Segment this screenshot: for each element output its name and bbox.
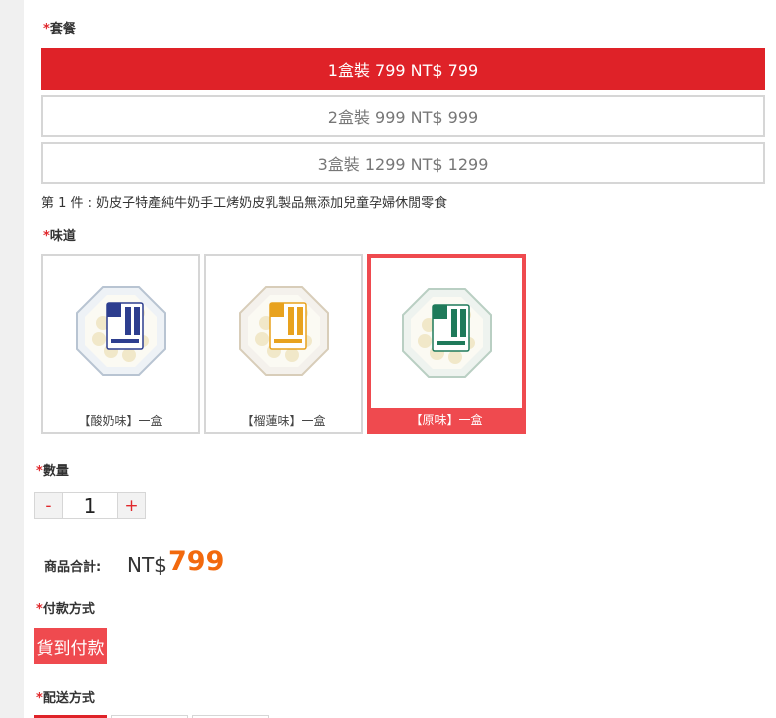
quantity-stepper: - 1 + <box>34 492 146 519</box>
quantity-minus-button[interactable]: - <box>35 493 62 518</box>
shipping-section-label: *配送方式 <box>36 691 95 706</box>
flavor-option-original[interactable]: 【原味】一盒 <box>367 254 526 434</box>
payment-section-label: *付款方式 <box>36 602 95 617</box>
flavor-label: 【酸奶味】一盒 <box>78 413 163 428</box>
milk-skin-box-icon <box>401 288 492 378</box>
package-option-1[interactable]: 1盒裝 799 NT$ 799 <box>41 48 765 90</box>
package-option-3[interactable]: 3盒裝 1299 NT$ 1299 <box>41 142 765 184</box>
flavor-label: 【原味】一盒 <box>371 408 522 430</box>
flavor-option-yogurt[interactable]: 【酸奶味】一盒 <box>41 254 200 434</box>
milk-skin-box-icon <box>238 286 329 376</box>
product-image <box>206 256 361 406</box>
quantity-input[interactable]: 1 <box>62 493 118 518</box>
quantity-plus-button[interactable]: + <box>118 493 145 518</box>
package-option-2[interactable]: 2盒裝 999 NT$ 999 <box>41 95 765 137</box>
package-section-label: *套餐 <box>43 22 76 37</box>
product-image <box>371 258 522 408</box>
package-description: 第 1 件 : 奶皮子特產純牛奶手工烤奶皮乳製品無添加兒童孕婦休閒零食 <box>41 196 448 211</box>
flavor-option-durian[interactable]: 【榴蓮味】一盒 <box>204 254 363 434</box>
total-amount: 799 <box>168 546 225 577</box>
flavor-section-label: *味道 <box>43 229 76 244</box>
total-currency: NT$ <box>127 553 167 577</box>
product-image <box>43 256 198 406</box>
total-label: 商品合計: <box>44 560 102 575</box>
flavor-label: 【榴蓮味】一盒 <box>241 413 326 428</box>
quantity-section-label: *數量 <box>36 464 69 479</box>
payment-option-cod-button[interactable]: 貨到付款 <box>34 628 107 664</box>
milk-skin-box-icon <box>75 286 166 376</box>
